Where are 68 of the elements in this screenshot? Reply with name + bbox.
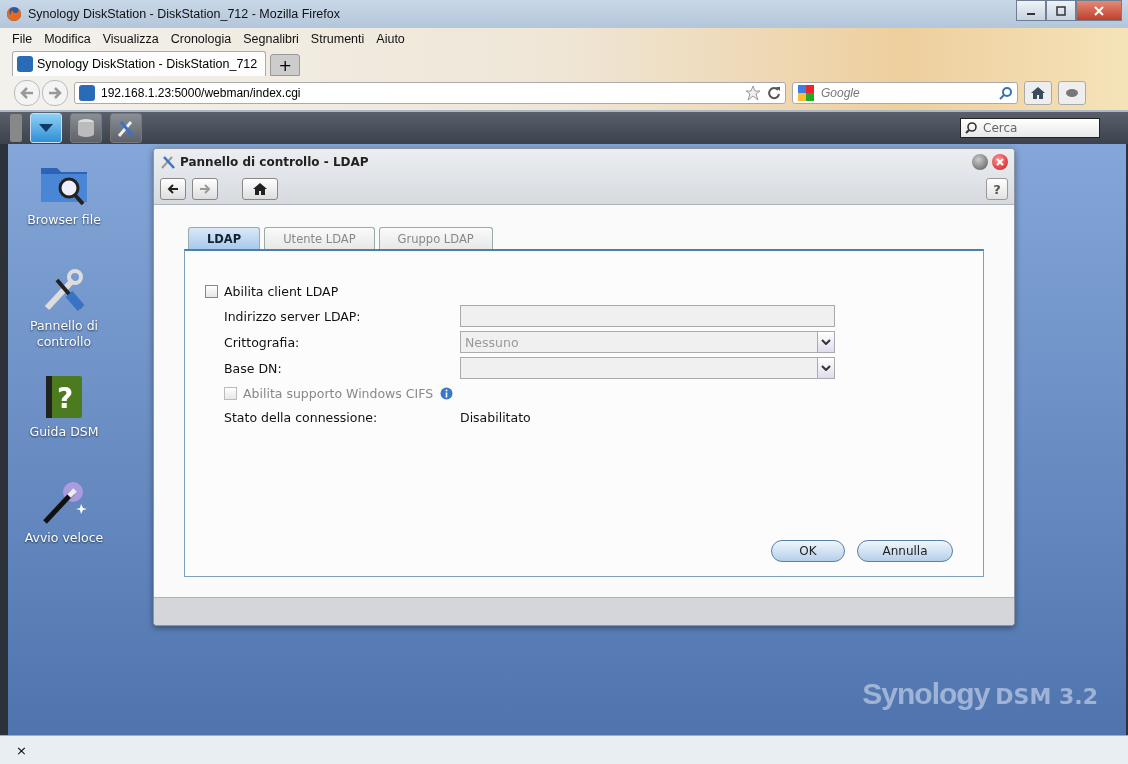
google-icon bbox=[797, 84, 815, 102]
maximize-button[interactable] bbox=[1046, 0, 1076, 21]
forward-arrow-icon bbox=[48, 87, 62, 99]
maximize-icon bbox=[1056, 5, 1066, 16]
tab[interactable]: LDAP bbox=[188, 227, 261, 249]
field-label: Stato della connessione: bbox=[224, 409, 379, 425]
checkbox-label: Abilita client LDAP bbox=[224, 283, 339, 299]
checkbox[interactable] bbox=[205, 284, 218, 298]
info-icon[interactable] bbox=[440, 386, 454, 400]
dialog-button[interactable]: Annulla bbox=[857, 540, 953, 562]
addon-button[interactable] bbox=[1058, 81, 1086, 105]
menu-item[interactable]: Cronologia bbox=[170, 32, 232, 46]
caret-icon bbox=[821, 365, 831, 371]
checkbox-label: Abilita supporto Windows CIFS bbox=[243, 385, 434, 401]
back-arrow-icon bbox=[167, 184, 179, 194]
reload-icon[interactable] bbox=[767, 86, 781, 100]
close-icon bbox=[1094, 5, 1104, 16]
menu-item[interactable]: Segnalibri bbox=[243, 32, 299, 46]
new-tab-button[interactable]: + bbox=[270, 54, 301, 76]
logo-product: DSM 3.2 bbox=[995, 684, 1098, 709]
window-title: Synology DiskStation - DiskStation_712 - Mozilla Firefox bbox=[28, 7, 341, 21]
search-bar[interactable]: Cerca bbox=[960, 118, 1100, 138]
search-icon[interactable] bbox=[999, 86, 1013, 100]
caret-icon bbox=[821, 339, 831, 345]
caret-icon bbox=[39, 124, 53, 132]
main-menu-button[interactable] bbox=[30, 113, 62, 143]
search-field[interactable]: Cerca bbox=[981, 120, 1085, 136]
menu-item[interactable]: Modifica bbox=[44, 32, 91, 46]
home-button[interactable] bbox=[242, 178, 278, 200]
close-button[interactable]: × bbox=[16, 742, 27, 758]
logo-brand: Synology bbox=[862, 677, 990, 711]
search-icon bbox=[965, 122, 977, 134]
field-label: Indirizzo server LDAP: bbox=[224, 308, 362, 324]
dialog-button[interactable]: OK bbox=[771, 540, 845, 562]
star-icon[interactable] bbox=[745, 85, 761, 101]
menu-item[interactable]: Visualizza bbox=[102, 32, 159, 46]
help-button[interactable]: ? bbox=[986, 178, 1008, 200]
menu-item[interactable]: Strumenti bbox=[310, 32, 365, 46]
dialog-title: Pannello di controllo - LDAP bbox=[180, 155, 370, 169]
control-panel-taskbar-button[interactable] bbox=[110, 113, 142, 143]
menu-item[interactable]: Aiuto bbox=[376, 32, 405, 46]
field-label: Base DN: bbox=[224, 360, 283, 376]
forward-button[interactable] bbox=[192, 178, 218, 200]
close-icon bbox=[996, 158, 1004, 166]
close-button[interactable] bbox=[1076, 0, 1122, 21]
status-value: Disabilitato bbox=[460, 409, 531, 425]
menu-item[interactable]: File bbox=[12, 32, 33, 46]
search-bar[interactable]: Google bbox=[792, 82, 1018, 104]
address-bar[interactable]: 192.168.1.23:5000/webman/index.cgi bbox=[74, 82, 786, 104]
search-field[interactable]: Google bbox=[819, 85, 995, 101]
back-arrow-icon bbox=[20, 87, 34, 99]
home-button[interactable] bbox=[1024, 81, 1052, 105]
forward-button[interactable] bbox=[42, 80, 68, 106]
close-button[interactable] bbox=[992, 154, 1008, 170]
minimize-icon bbox=[1027, 12, 1035, 15]
home-icon bbox=[253, 183, 267, 195]
forward-arrow-icon bbox=[199, 184, 211, 194]
home-icon bbox=[1030, 86, 1046, 100]
help-book-icon: ? bbox=[44, 374, 84, 420]
desktop-icon-label[interactable]: Avvio veloce bbox=[14, 530, 114, 546]
field-label: Crittografia: bbox=[224, 334, 301, 350]
minimize-button[interactable] bbox=[1016, 0, 1046, 21]
back-button[interactable] bbox=[160, 178, 186, 200]
taskbar-handle[interactable] bbox=[10, 114, 22, 142]
storage-taskbar-button[interactable] bbox=[70, 113, 102, 143]
database-icon bbox=[77, 118, 95, 138]
browser-tab[interactable]: Synology DiskStation - DiskStation_712 bbox=[12, 51, 267, 76]
firefox-icon bbox=[6, 6, 22, 22]
